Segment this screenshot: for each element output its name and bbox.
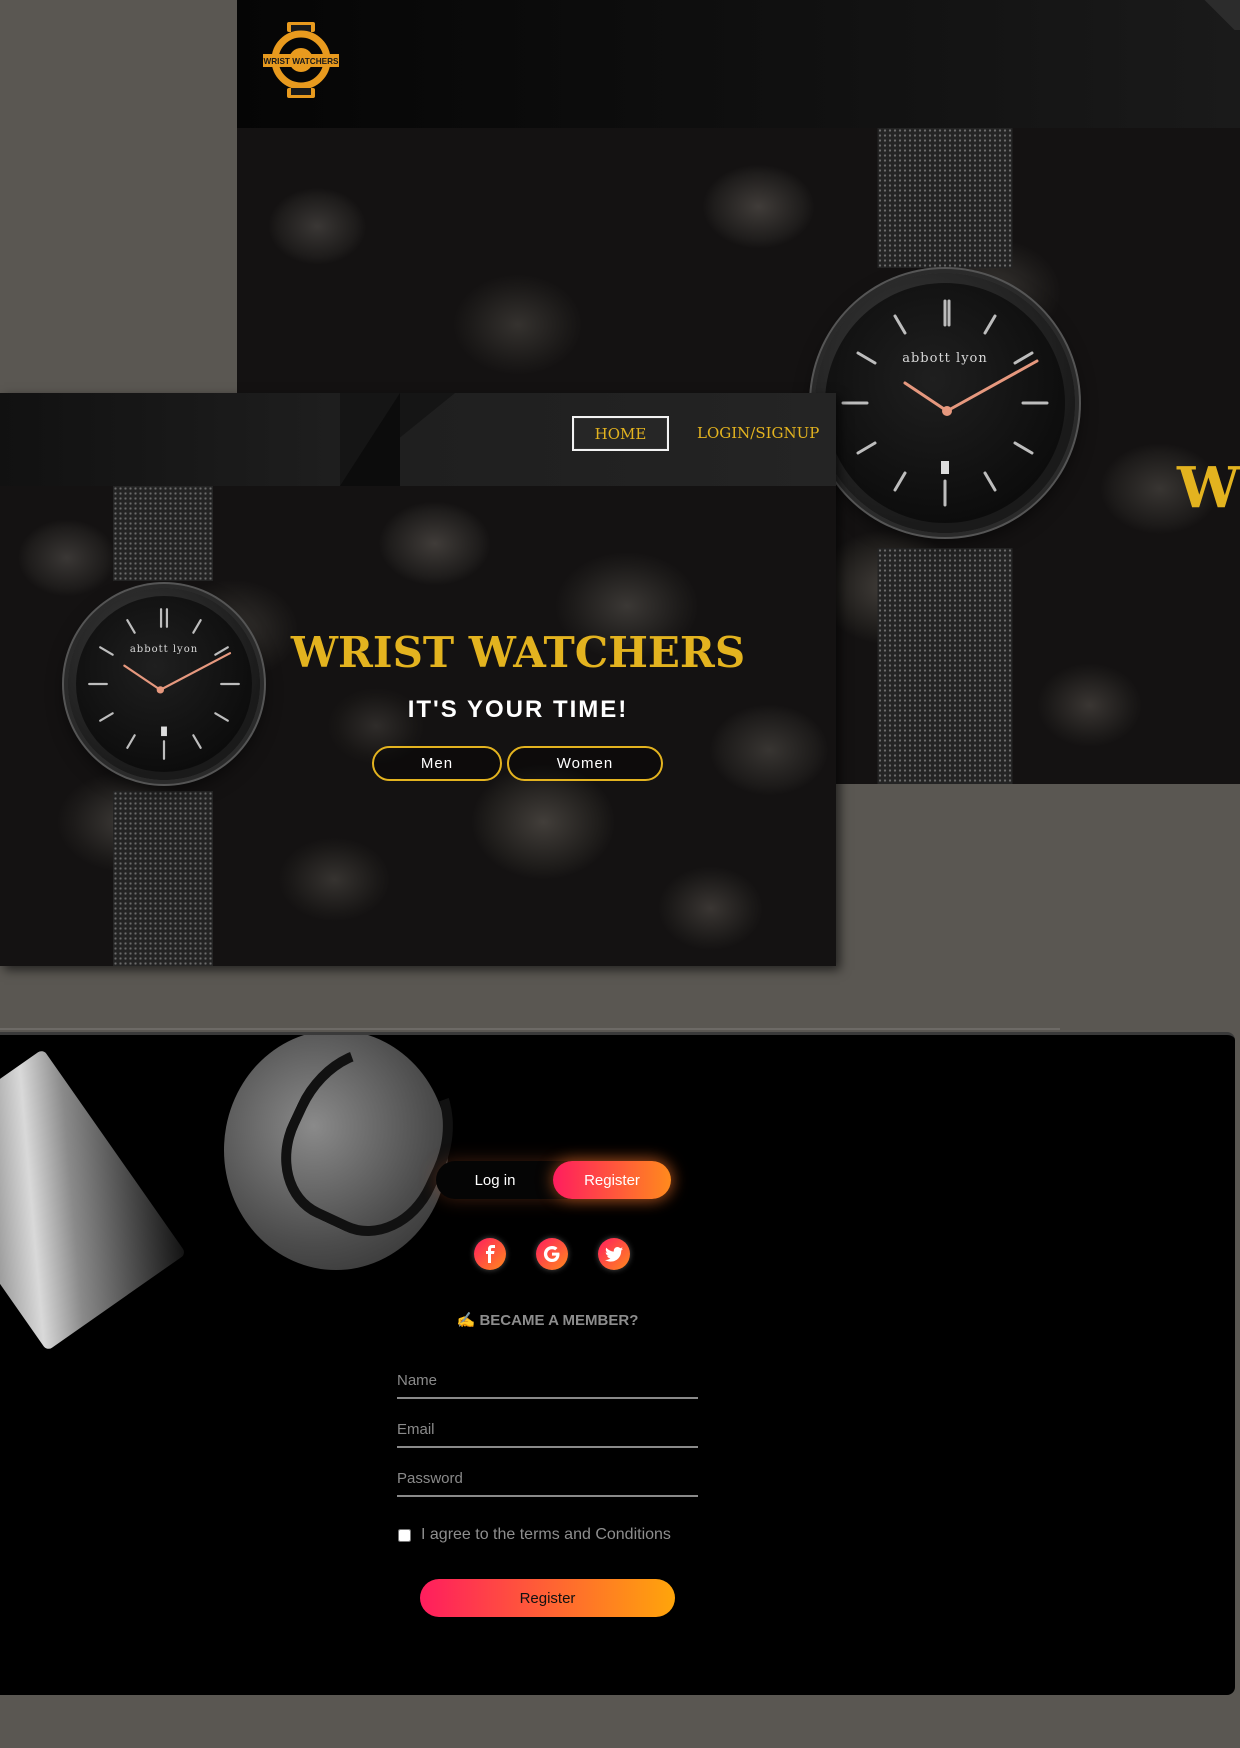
register-submit-button[interactable]: Register [420, 1579, 675, 1617]
men-button[interactable]: Men [372, 746, 502, 781]
watch-case: abbott lyon [68, 588, 260, 780]
header-diagonal-accent [1200, 0, 1240, 30]
hero-tagline: IT'S YOUR TIME! [407, 696, 629, 723]
terms-label: I agree to the terms and Conditions [421, 1526, 671, 1543]
member-heading: ✍ BECAME A MEMBER? [456, 1312, 639, 1329]
terms-checkbox[interactable] [398, 1528, 411, 1542]
watch-markers [88, 608, 240, 760]
front-screen: HOME LOGIN/SIGNUP abbott lyon WRIST WATC… [0, 393, 836, 966]
hero-title: WRIST WATCHERS [290, 628, 746, 677]
header-shard-dark [340, 393, 400, 486]
watch-image: abbott lyon [815, 128, 1075, 784]
watch-case: abbott lyon [815, 273, 1075, 533]
terms-row: I agree to the terms and Conditions [398, 1526, 671, 1544]
register-panel: Log in Register ✍ BECAME A MEMBER? I agr… [0, 1032, 1235, 1695]
back-hero-title: W [1177, 455, 1240, 521]
nav-login-signup-link[interactable]: LOGIN/SIGNUP [697, 424, 819, 442]
google-icon[interactable] [536, 1238, 568, 1270]
logo-lettering: WRIST WATCHERS [264, 57, 339, 66]
section-divider [0, 1028, 1060, 1030]
watch-strap-bottom [877, 548, 1013, 784]
watch-markers [841, 299, 1049, 507]
facebook-icon[interactable] [474, 1238, 506, 1270]
email-field[interactable] [397, 1412, 698, 1448]
front-header: HOME LOGIN/SIGNUP [0, 393, 836, 486]
auth-toggle: Log in Register [436, 1161, 671, 1199]
women-button[interactable]: Women [507, 746, 663, 781]
nav-home-button[interactable]: HOME [572, 416, 669, 451]
watch-strap-bottom [113, 791, 213, 966]
back-header: WRIST WATCHERS [237, 0, 1240, 128]
wrist-watchers-logo: WRIST WATCHERS [263, 22, 339, 98]
decorative-metal-bar [0, 1048, 187, 1352]
watch-brand-text: abbott lyon [902, 351, 988, 366]
watch-dial: abbott lyon [76, 596, 252, 772]
front-hero: abbott lyon WRIST WATCHERS IT'S YOUR TIM… [0, 486, 836, 966]
watch-strap-top [113, 486, 213, 581]
watch-image: abbott lyon [58, 486, 268, 966]
name-field[interactable] [397, 1363, 698, 1399]
register-tab[interactable]: Register [553, 1161, 671, 1199]
watch-strap-top [877, 128, 1013, 268]
watch-dial: abbott lyon [825, 283, 1065, 523]
password-field[interactable] [397, 1461, 698, 1497]
twitter-icon[interactable] [598, 1238, 630, 1270]
login-tab[interactable]: Log in [436, 1161, 554, 1199]
